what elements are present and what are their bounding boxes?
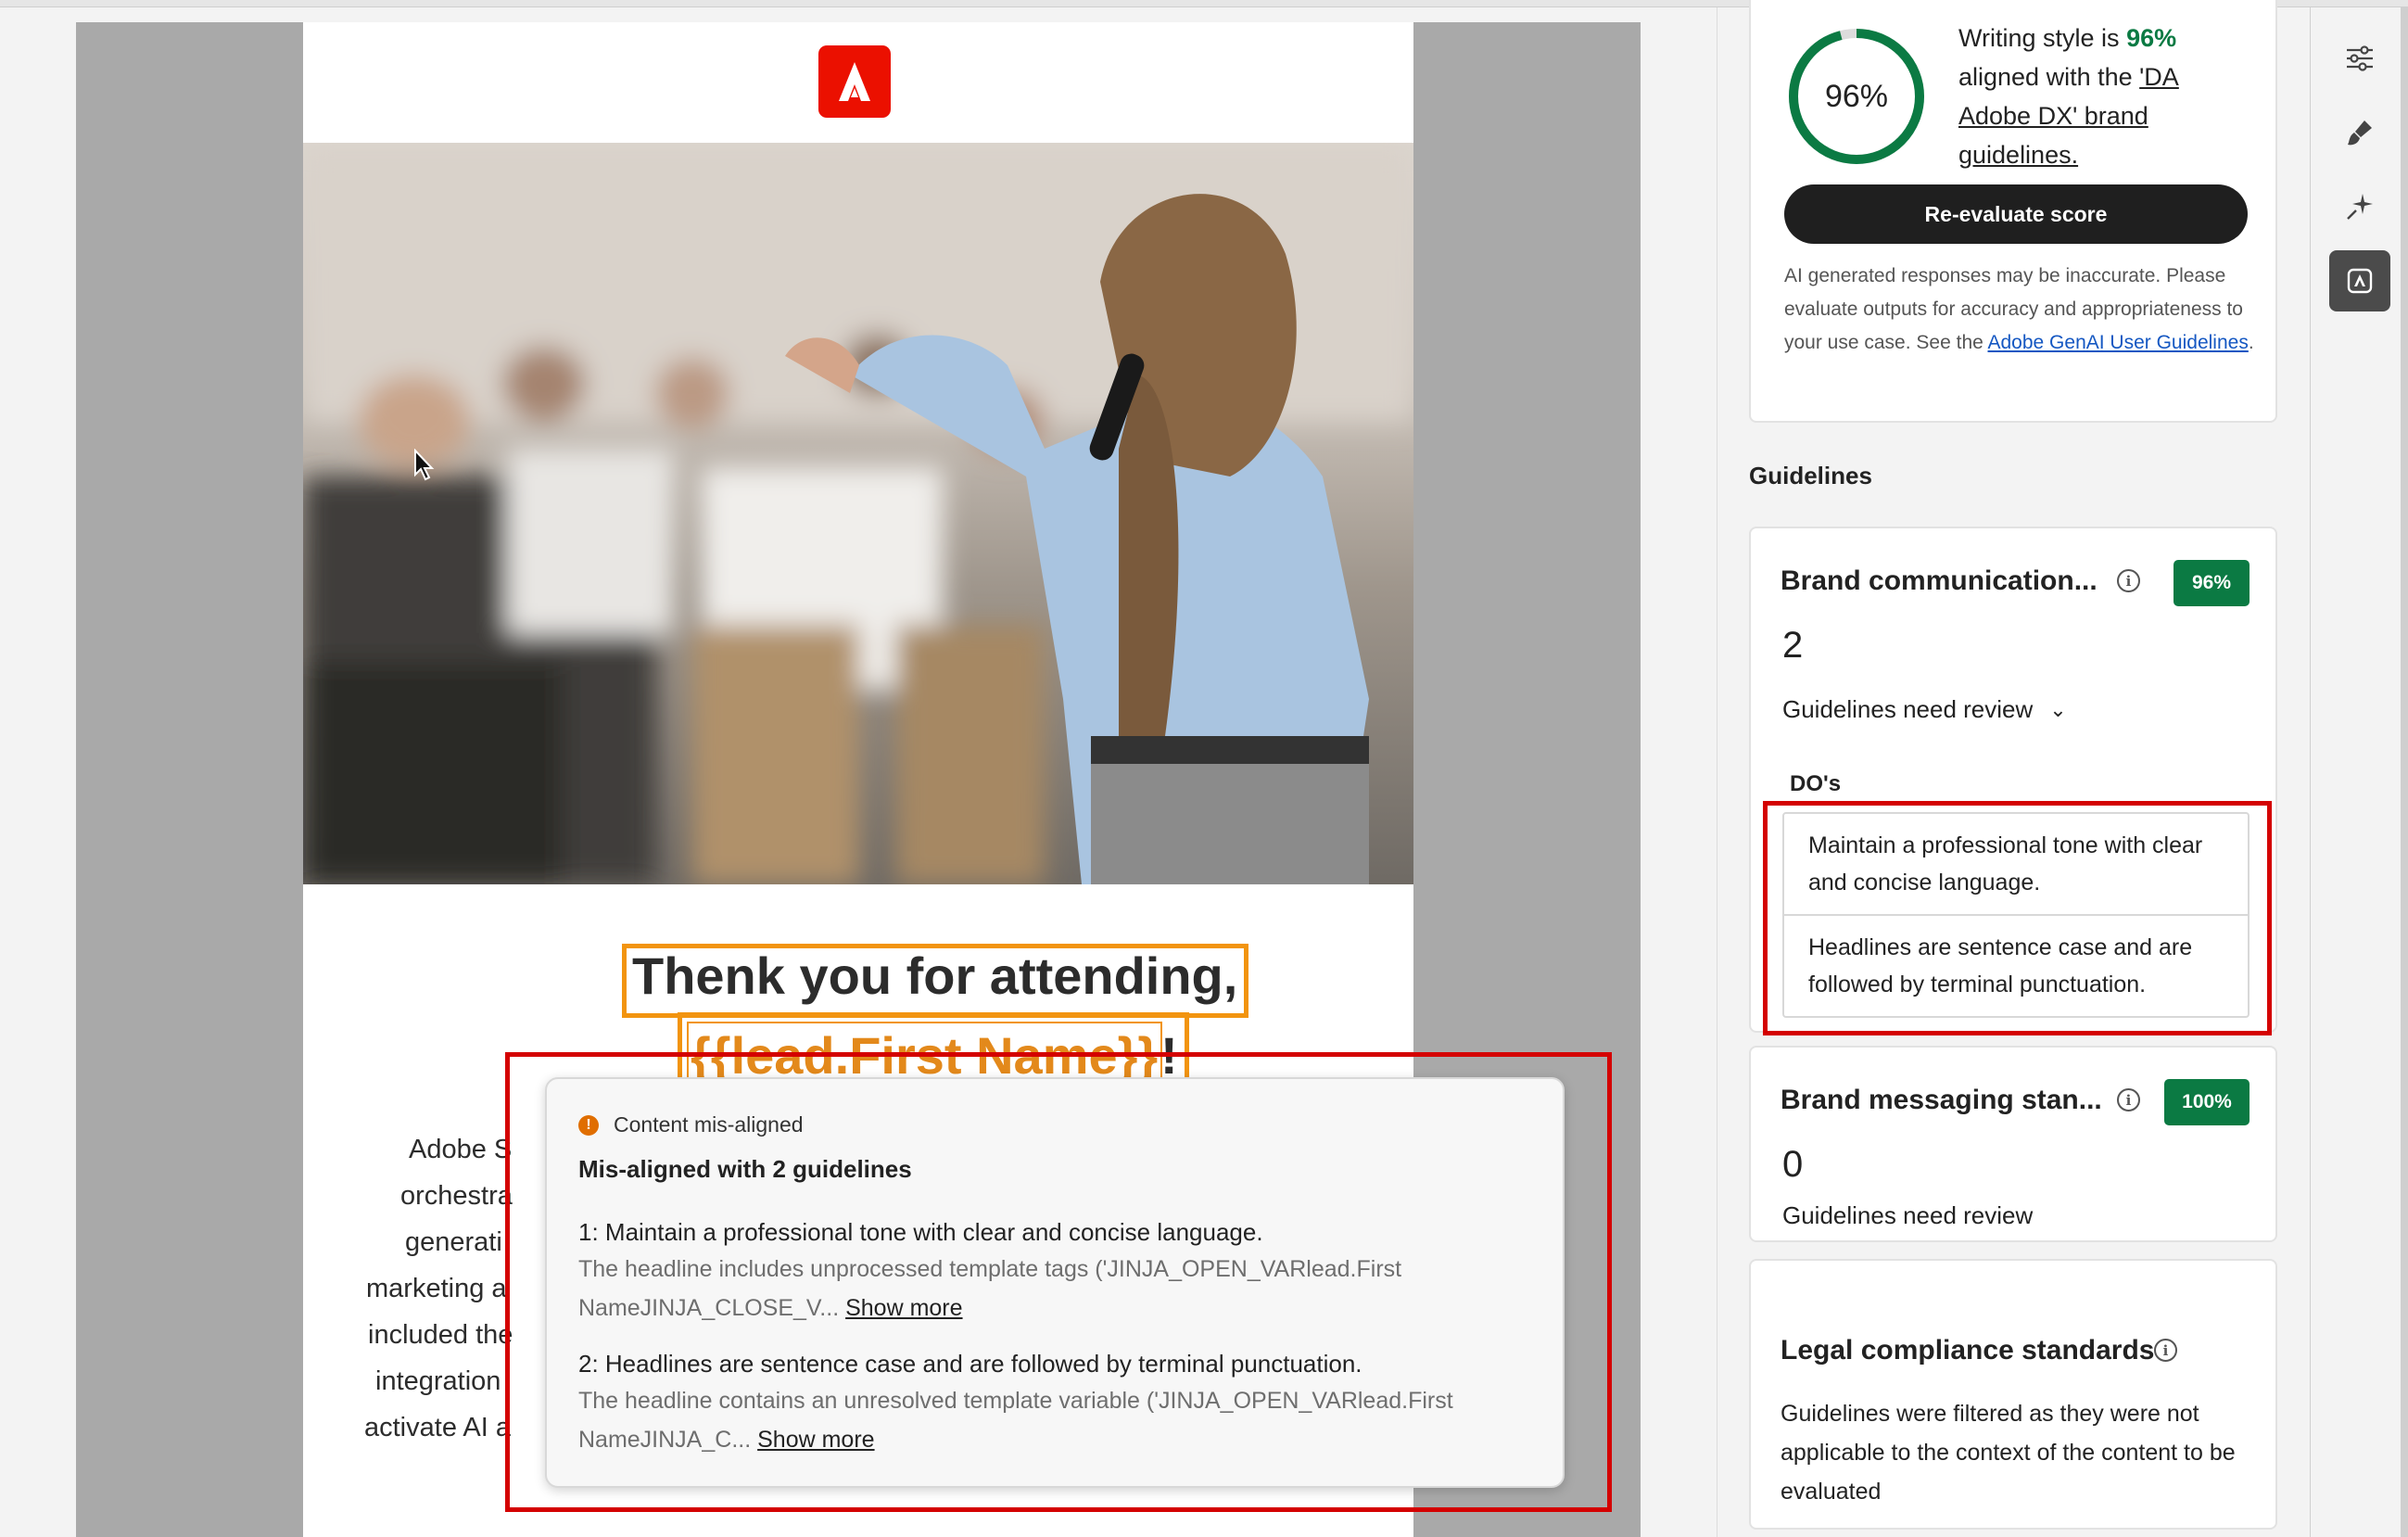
popover-item-detail: The headline contains an unresolved temp…: [578, 1388, 1453, 1414]
popover-item-detail: The headline includes unprocessed templa…: [578, 1256, 1402, 1282]
sparkle-icon[interactable]: [2329, 176, 2390, 237]
score-text-prefix: Writing style is: [1958, 24, 2120, 52]
review-label: Guidelines need review: [1782, 695, 2034, 723]
score-badge: 96%: [2174, 560, 2250, 606]
misalignment-popover: ! Content mis-aligned Mis-aligned with 2…: [545, 1077, 1565, 1488]
show-more-link[interactable]: Show more: [845, 1295, 962, 1321]
info-icon[interactable]: i: [2117, 1088, 2140, 1111]
score-ring-label: 96%: [1824, 78, 1889, 114]
reevaluate-score-button[interactable]: Re-evaluate score: [1784, 184, 2248, 244]
popover-status-label: Content mis-aligned: [614, 1112, 804, 1137]
info-icon[interactable]: i: [2117, 569, 2140, 592]
score-summary: Writing style is 96% aligned with the 'D…: [1958, 19, 2255, 174]
brand-panel: 96% Writing style is 96% aligned with th…: [1717, 0, 2310, 1537]
chevron-down-icon[interactable]: ⌄: [2049, 698, 2066, 722]
review-label: Guidelines need review: [1782, 1201, 2034, 1229]
guidelines-heading: Guidelines: [1749, 462, 1872, 489]
popover-item-label: 1: Maintain a professional tone with cle…: [578, 1218, 1263, 1246]
hero-image: [303, 143, 1413, 884]
info-icon[interactable]: i: [2154, 1339, 2177, 1362]
body-line: included the: [368, 1320, 513, 1350]
popover-item-detail-line2: NameJINJA_C...: [578, 1427, 752, 1453]
review-count: 2: [1782, 625, 1804, 666]
review-toggle[interactable]: Guidelines need review ⌄: [1782, 695, 2067, 724]
popover-title: Mis-aligned with 2 guidelines: [578, 1155, 912, 1183]
review-label-row: Guidelines need review: [1782, 1201, 2033, 1230]
adobe-logo-icon: [818, 45, 891, 118]
right-toolbar: [2310, 7, 2408, 1537]
body-line: orchestra: [400, 1181, 513, 1211]
dos-callout-outline: [1763, 801, 2272, 1035]
popover-status: ! Content mis-aligned: [578, 1112, 804, 1137]
body-line: activate AI a: [364, 1413, 511, 1442]
body-line: marketing a: [366, 1274, 507, 1303]
guideline-card-title: Brand communication...: [1781, 565, 2097, 596]
popover-item-detail-cont: NameJINJA_C... Show more: [578, 1420, 875, 1459]
body-line: Adobe S: [409, 1135, 513, 1164]
dos-label: DO's: [1790, 771, 1842, 796]
brush-icon[interactable]: [2329, 102, 2390, 163]
score-text-mid: aligned with the: [1958, 63, 2133, 91]
body-line: integration: [375, 1366, 501, 1396]
show-more-link[interactable]: Show more: [757, 1427, 874, 1453]
score-card: 96% Writing style is 96% aligned with th…: [1749, 0, 2277, 423]
genai-guidelines-link[interactable]: Adobe GenAI User Guidelines: [1988, 332, 2249, 353]
legal-filtered-message: Guidelines were filtered as they were no…: [1781, 1401, 2236, 1505]
body-line: generati: [405, 1227, 502, 1257]
mouse-cursor-icon: [414, 449, 435, 481]
guideline-card-title: Legal compliance standards: [1781, 1335, 2155, 1366]
disclaimer-end: .: [2248, 332, 2254, 353]
score-text-pct: 96%: [2126, 24, 2177, 52]
sliders-icon[interactable]: [2329, 28, 2390, 89]
score-badge: 100%: [2164, 1079, 2250, 1125]
brand-check-icon[interactable]: [2329, 250, 2390, 311]
popover-item-label: 2: Headlines are sentence case and are f…: [578, 1350, 1362, 1378]
guideline-card-brand-messaging: Brand messaging stan... i 100% 0 Guideli…: [1749, 1046, 2277, 1242]
popover-item-detail-line2: NameJINJA_CLOSE_V...: [578, 1295, 840, 1321]
popover-item-detail-cont: NameJINJA_CLOSE_V... Show more: [578, 1289, 963, 1327]
guideline-card-legal-compliance: Legal compliance standards i Guidelines …: [1749, 1259, 2277, 1530]
ai-disclaimer: AI generated responses may be inaccurate…: [1784, 260, 2257, 360]
headline-line1[interactable]: Thenk you for attending,: [632, 946, 1237, 1006]
window-edge: [2401, 7, 2408, 1537]
alert-icon: !: [578, 1114, 599, 1136]
review-count: 0: [1782, 1144, 1804, 1185]
guideline-card-title: Brand messaging stan...: [1781, 1085, 2102, 1115]
